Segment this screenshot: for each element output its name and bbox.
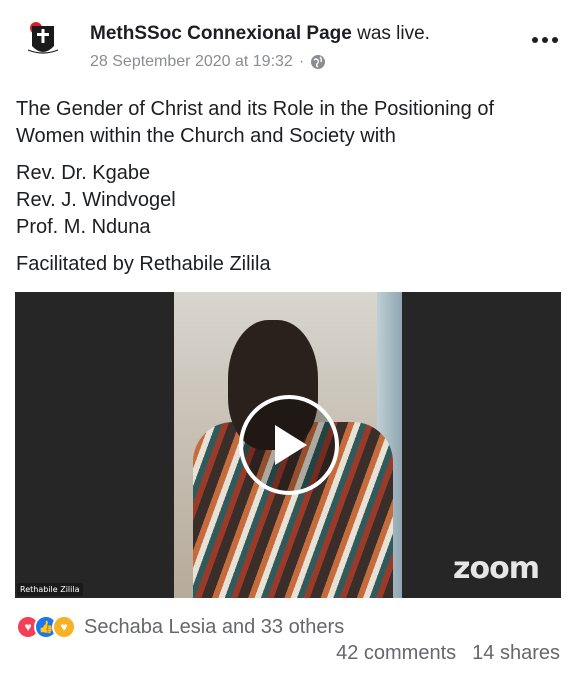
live-status-text: was live.: [357, 23, 430, 44]
page-avatar[interactable]: [14, 16, 72, 74]
post-meta: 28 September 2020 at 19:32 ·: [90, 52, 326, 72]
more-options-button[interactable]: [528, 30, 562, 50]
post-title-text: The Gender of Christ and its Role in the…: [16, 98, 495, 147]
zoom-watermark: zoom: [453, 551, 540, 586]
speaker-item: Rev. J. Windvogel: [16, 189, 176, 211]
video-player[interactable]: zoom Rethabile Zilila: [15, 292, 561, 598]
care-icon: ♥: [52, 615, 76, 639]
post-card: MethSSoc Connexional Page was live. 28 S…: [0, 0, 576, 676]
participant-name-tag: Rethabile Zilila: [17, 583, 83, 596]
speaker-list: Rev. Dr. Kgabe Rev. J. Windvogel Prof. M…: [16, 160, 564, 241]
speaker-item: Rev. Dr. Kgabe: [16, 162, 151, 184]
globe-icon: [310, 54, 326, 70]
shares-count-link[interactable]: 14 shares: [472, 642, 560, 668]
video-letterbox-left: [15, 292, 174, 598]
meta-separator: ·: [298, 53, 305, 70]
facilitator-text: Facilitated by Rethabile Zilila: [16, 253, 271, 275]
page-name-link[interactable]: MethSSoc Connexional Page: [90, 23, 352, 44]
post-text: The Gender of Christ and its Role in the…: [16, 96, 564, 288]
dot-icon: [552, 37, 558, 43]
dot-icon: [532, 37, 538, 43]
comments-count-link[interactable]: 42 comments: [336, 642, 456, 668]
society-logo-icon: [14, 16, 72, 74]
dot-icon: [542, 37, 548, 43]
reaction-icons: ♥ 👍 ♥: [16, 615, 76, 639]
reactions-summary[interactable]: ♥ 👍 ♥ Sechaba Lesia and 33 others: [16, 614, 344, 640]
play-icon[interactable]: [239, 395, 339, 495]
post-author-line: MethSSoc Connexional Page was live.: [90, 22, 430, 46]
speaker-item: Prof. M. Nduna: [16, 216, 151, 238]
post-timestamp[interactable]: 28 September 2020 at 19:32: [90, 52, 293, 72]
engagement-stats: 42 comments 14 shares: [336, 642, 560, 668]
reaction-names[interactable]: Sechaba Lesia and 33 others: [84, 616, 344, 639]
post-header: MethSSoc Connexional Page was live. 28 S…: [0, 0, 576, 90]
